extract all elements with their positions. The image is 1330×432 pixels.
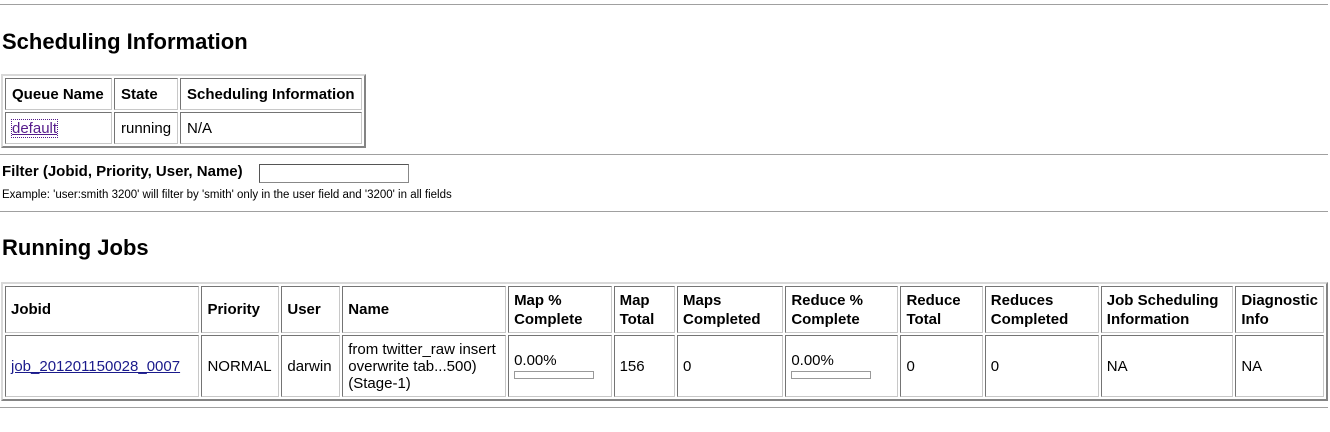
queue-link-default[interactable]: default <box>10 118 59 138</box>
priority-cell: NORMAL <box>201 335 280 397</box>
priority-header: Priority <box>201 286 280 333</box>
maps-completed-header: Maps Completed <box>677 286 784 333</box>
reduces-completed-cell: 0 <box>984 335 1099 397</box>
queue-name-cell: default <box>5 112 112 144</box>
filter-example-text: Example: 'user:smith 3200' will filter b… <box>2 189 452 201</box>
reduce-pct-header-line2: Complete <box>791 310 860 328</box>
job-scheduling-header-line1: Job Scheduling <box>1106 291 1219 309</box>
top-divider <box>0 4 1328 6</box>
running-jobs-title: Running Jobs <box>2 235 149 260</box>
job-scheduling-cell: NA <box>1100 335 1234 397</box>
reduce-pct-cell: 0.00% <box>785 335 899 397</box>
table-row: job_201201150028_0007 NORMAL darwin from… <box>5 335 1324 397</box>
queue-info-cell: N/A <box>180 112 362 144</box>
map-pct-text: 0.00% <box>514 352 557 369</box>
map-pct-header: Map % Complete <box>508 286 612 333</box>
reduce-total-header-line2: Total <box>906 310 942 328</box>
queue-table: Queue Name State Scheduling Information … <box>1 74 366 148</box>
jobs-header-row: Jobid Priority User Name Map % Complete M… <box>5 286 1324 333</box>
jobid-header: Jobid <box>5 286 200 333</box>
reduce-pct-text: 0.00% <box>791 352 834 369</box>
bottom-divider <box>0 407 1328 409</box>
scheduling-info-header: Scheduling Information <box>180 78 362 110</box>
map-pct-header-line1: Map % <box>514 291 562 309</box>
queue-row: default running N/A <box>5 112 362 144</box>
diagnostic-header-line1: Diagnostic <box>1241 291 1318 309</box>
maps-completed-cell: 0 <box>677 335 784 397</box>
queue-name-header: Queue Name <box>5 78 112 110</box>
user-cell: darwin <box>281 335 341 397</box>
reduce-progress-bar <box>791 371 872 379</box>
reduces-completed-header-line1: Reduces <box>990 291 1054 309</box>
divider-after-queue <box>0 154 1328 156</box>
map-progress-bar <box>514 371 595 379</box>
running-jobs-table: Jobid Priority User Name Map % Complete M… <box>1 282 1328 401</box>
maps-completed-header-line1: Maps <box>683 291 722 309</box>
reduce-total-header-line1: Reduce <box>906 291 961 309</box>
jobid-cell: job_201201150028_0007 <box>5 335 200 397</box>
divider-after-filter <box>0 211 1328 213</box>
map-total-header-line2: Total <box>619 310 655 328</box>
name-header: Name <box>342 286 507 333</box>
reduce-pct-header-line1: Reduce % <box>791 291 864 309</box>
queue-table-header-row: Queue Name State Scheduling Information <box>5 78 362 110</box>
queue-state-cell: running <box>114 112 179 144</box>
map-total-cell: 156 <box>613 335 675 397</box>
diagnostic-cell: NA <box>1235 335 1324 397</box>
reduces-completed-header-line2: Completed <box>990 310 1069 328</box>
job-scheduling-header-line2: Information <box>1106 310 1190 328</box>
diagnostic-header-line2: Info <box>1241 310 1269 328</box>
diagnostic-header: Diagnostic Info <box>1235 286 1324 333</box>
job-link[interactable]: job_201201150028_0007 <box>11 358 180 375</box>
reduces-completed-header: Reduces Completed <box>984 286 1099 333</box>
reduce-pct-header: Reduce % Complete <box>785 286 899 333</box>
name-cell: from twitter_raw insert overwrite tab...… <box>342 335 507 397</box>
filter-input[interactable] <box>259 164 409 183</box>
maps-completed-header-line2: Completed <box>683 310 761 328</box>
scheduling-title: Scheduling Information <box>2 29 248 54</box>
job-scheduling-header: Job Scheduling Information <box>1100 286 1234 333</box>
user-header: User <box>281 286 341 333</box>
map-total-header-line1: Map <box>619 291 650 309</box>
map-pct-cell: 0.00% <box>508 335 612 397</box>
filter-label: Filter (Jobid, Priority, User, Name) <box>2 163 243 180</box>
map-pct-header-line2: Complete <box>514 310 583 328</box>
reduce-total-cell: 0 <box>900 335 983 397</box>
reduce-total-header: Reduce Total <box>900 286 983 333</box>
state-header: State <box>114 78 179 110</box>
map-total-header: Map Total <box>613 286 675 333</box>
